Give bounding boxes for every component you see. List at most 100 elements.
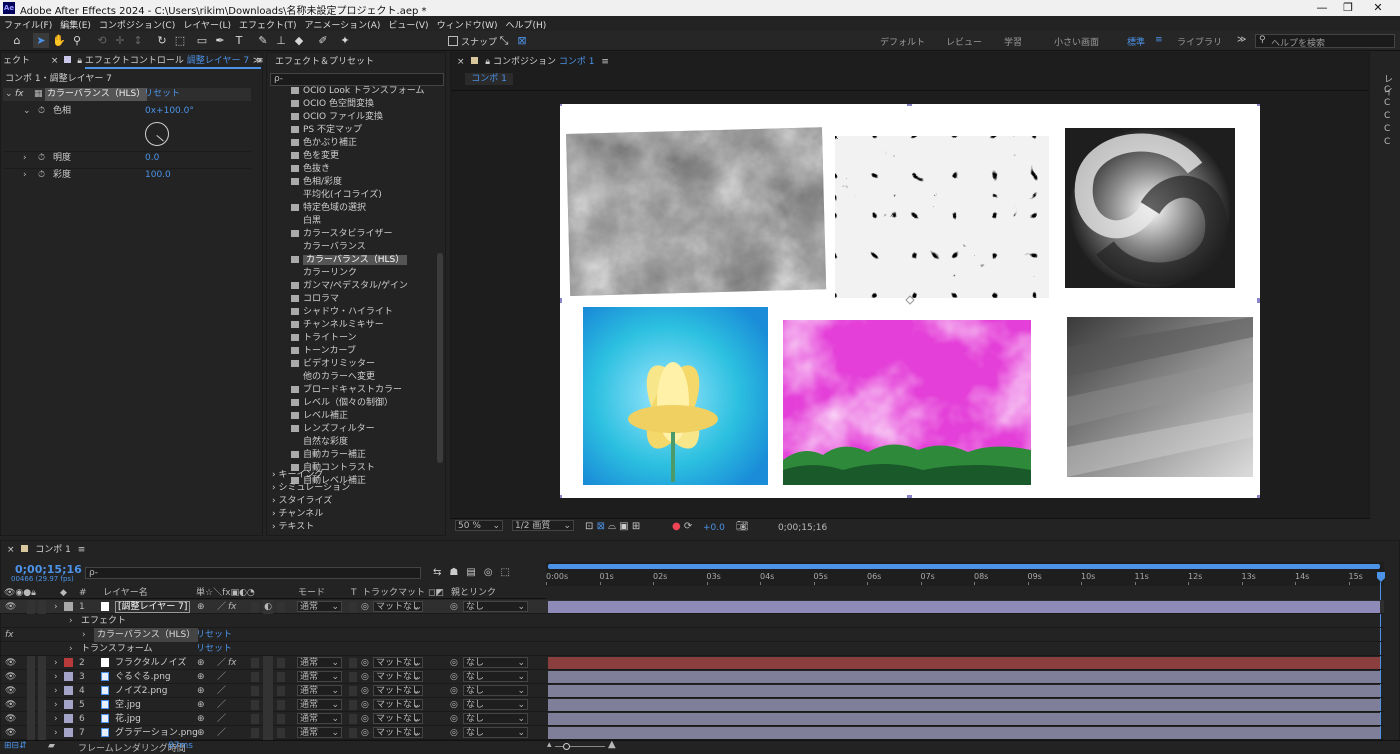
- track-matte-pickwhip-icon[interactable]: ◎: [361, 670, 369, 684]
- color-icons[interactable]: ● ⟳: [672, 521, 692, 532]
- quality-switch-icon[interactable]: ／: [217, 698, 226, 712]
- parent-pickwhip-icon[interactable]: ◎: [450, 684, 458, 698]
- adjustment-switch[interactable]: [263, 712, 273, 726]
- adjustment-switch[interactable]: [263, 656, 273, 670]
- zoom-dropdown[interactable]: 50 % ⌄: [455, 520, 503, 531]
- fx-switch[interactable]: fx: [228, 656, 237, 670]
- switch-box[interactable]: [277, 700, 285, 710]
- home-icon[interactable]: ⌂: [9, 33, 25, 48]
- track-matte-pickwhip-icon[interactable]: ◎: [361, 600, 369, 614]
- preserve-transparency-toggle[interactable]: [349, 700, 357, 710]
- parent-dropdown[interactable]: なし ⌄: [463, 685, 528, 696]
- close-icon[interactable]: ✕: [1358, 0, 1398, 16]
- switch-box[interactable]: [277, 658, 285, 668]
- track-matte-dropdown[interactable]: マットなし ⌄: [373, 699, 423, 710]
- layer-row[interactable]: 👁︎ › 6 花.jpg ⊕ ／ 通常 ⌄ ◎ マットなし ⌄ ◎ なし ⌄: [0, 712, 1384, 726]
- expand-icon[interactable]: ⌄: [23, 105, 31, 118]
- audio-toggle[interactable]: [27, 656, 35, 670]
- switch-box[interactable]: [251, 728, 259, 738]
- composition-tab[interactable]: × 🔒︎ コンポジション コンポ 1 ≡: [457, 54, 609, 70]
- workspace-tab-3[interactable]: 小さい画面: [1054, 35, 1099, 48]
- side-panel-icon[interactable]: C: [1384, 85, 1390, 95]
- switch-box[interactable]: [277, 728, 285, 738]
- fast-preview-icon[interactable]: ⊡: [585, 521, 593, 532]
- label-color-swatch[interactable]: [64, 686, 73, 695]
- preserve-transparency-toggle[interactable]: [349, 602, 357, 612]
- reset-link[interactable]: リセット: [196, 642, 232, 656]
- shy-switch-icon[interactable]: ⊕: [197, 600, 205, 614]
- expand-icon[interactable]: ⌄: [5, 88, 13, 101]
- transparency-grid-icon[interactable]: ⊠: [597, 521, 605, 532]
- fx-toggle[interactable]: fx: [15, 88, 24, 101]
- hand-tool-icon[interactable]: ✋: [51, 33, 67, 48]
- hue-value[interactable]: 0x+100.0°: [145, 105, 194, 118]
- audio-toggle[interactable]: [27, 726, 35, 740]
- effect-list-item[interactable]: カラーバランス: [267, 241, 435, 254]
- layer-name[interactable]: グラデーション.png: [115, 726, 198, 740]
- help-search-box[interactable]: ⚲ ヘルプを検索: [1255, 34, 1395, 49]
- snap-checkbox[interactable]: [448, 36, 458, 46]
- reset-link[interactable]: リセット: [196, 628, 232, 642]
- layer-duration-bar[interactable]: [548, 713, 1380, 725]
- side-panel-icon[interactable]: C: [1384, 137, 1390, 147]
- layer-name[interactable]: ぐるぐる.png: [115, 670, 171, 684]
- solo-toggle[interactable]: [38, 684, 46, 698]
- layer-expand-icon[interactable]: ›: [54, 712, 58, 726]
- label-color-swatch[interactable]: [64, 658, 73, 667]
- parent-pickwhip-icon[interactable]: ◎: [450, 600, 458, 614]
- workspace-tab-2[interactable]: 学習: [1004, 35, 1022, 48]
- solo-toggle[interactable]: [38, 656, 46, 670]
- menu-item-5[interactable]: アニメーション(A): [301, 16, 385, 31]
- preserve-transparency-toggle[interactable]: [349, 686, 357, 696]
- switch-box[interactable]: [251, 602, 259, 612]
- effect-list-item[interactable]: 色抜き: [267, 163, 435, 176]
- menu-item-4[interactable]: エフェクト(T): [235, 16, 301, 31]
- label-color-swatch[interactable]: [64, 728, 73, 737]
- tab-close-icon[interactable]: ×: [457, 57, 465, 67]
- layer-expand-icon[interactable]: ›: [54, 684, 58, 698]
- effect-list-item[interactable]: PS 不定マップ: [267, 124, 435, 137]
- quality-switch-icon[interactable]: ／: [217, 656, 226, 670]
- shy-switch-icon[interactable]: ⊕: [197, 726, 205, 740]
- track-matte-dropdown[interactable]: マットなし ⌄: [373, 713, 423, 724]
- switch-box[interactable]: [251, 658, 259, 668]
- track-matte-dropdown[interactable]: マットなし ⌄: [373, 671, 423, 682]
- effect-list-item[interactable]: コロラマ: [267, 293, 435, 306]
- effects-scrollbar[interactable]: [437, 253, 443, 463]
- layer-name[interactable]: 花.jpg: [115, 712, 141, 726]
- work-area-bar[interactable]: [548, 564, 1380, 569]
- mode-dropdown[interactable]: 通常 ⌄: [297, 601, 342, 612]
- comp-sub-tab[interactable]: コンポ 1: [465, 73, 513, 85]
- tab-close-icon[interactable]: ×: [51, 56, 59, 66]
- parent-pickwhip-icon[interactable]: ◎: [450, 670, 458, 684]
- effect-item-row[interactable]: fx › カラーバランス（HLS） リセット: [0, 628, 1384, 642]
- parent-dropdown[interactable]: なし ⌄: [463, 601, 528, 612]
- visibility-icon[interactable]: 👁︎: [5, 698, 16, 712]
- effect-folder-2[interactable]: › スタイライズ: [267, 495, 435, 508]
- pen-tool-icon[interactable]: ✒: [212, 33, 228, 48]
- parent-pickwhip-icon[interactable]: ◎: [450, 656, 458, 670]
- channel-icon[interactable]: ●: [672, 521, 681, 532]
- layer-duration-bar[interactable]: [548, 685, 1380, 697]
- effect-list-item[interactable]: カラースタビライザー: [267, 228, 435, 241]
- mode-dropdown[interactable]: 通常 ⌄: [297, 657, 342, 668]
- track-matte-dropdown[interactable]: マットなし ⌄: [373, 727, 423, 738]
- layer-duration-bar[interactable]: [548, 727, 1380, 739]
- workspace-tab-4[interactable]: 標準: [1127, 35, 1145, 48]
- label-color-swatch[interactable]: [64, 714, 73, 723]
- track-matte-dropdown[interactable]: マットなし ⌄: [373, 657, 423, 668]
- layer-name[interactable]: フラクタルノイズ: [115, 656, 186, 670]
- effect-list-item[interactable]: 特定色域の選択: [267, 202, 435, 215]
- layer-row[interactable]: 👁︎ › 2 フラクタルノイズ ⊕ ／ fx 通常 ⌄ ◎ マットなし ⌄ ◎ なし ⌄: [0, 656, 1384, 670]
- snap-grid-icon[interactable]: ⊠: [514, 33, 530, 48]
- label-color-swatch[interactable]: [64, 672, 73, 681]
- parent-pickwhip-icon[interactable]: ◎: [450, 712, 458, 726]
- layer-name[interactable]: [調整レイヤー 7]: [115, 601, 191, 613]
- effect-folder-0[interactable]: › キーイング: [267, 469, 435, 482]
- orbit-tool-icon[interactable]: ⟲: [94, 33, 110, 48]
- viewer-icons[interactable]: ⊡ ⊠ ⌓ ▣ ⊞: [585, 521, 640, 532]
- zoom-in-icon[interactable]: ▲: [608, 739, 616, 750]
- layer-expand-icon[interactable]: ›: [54, 670, 58, 684]
- exposure-reset-icon[interactable]: ⟳: [684, 521, 692, 532]
- side-panel-icon[interactable]: C: [1384, 98, 1390, 108]
